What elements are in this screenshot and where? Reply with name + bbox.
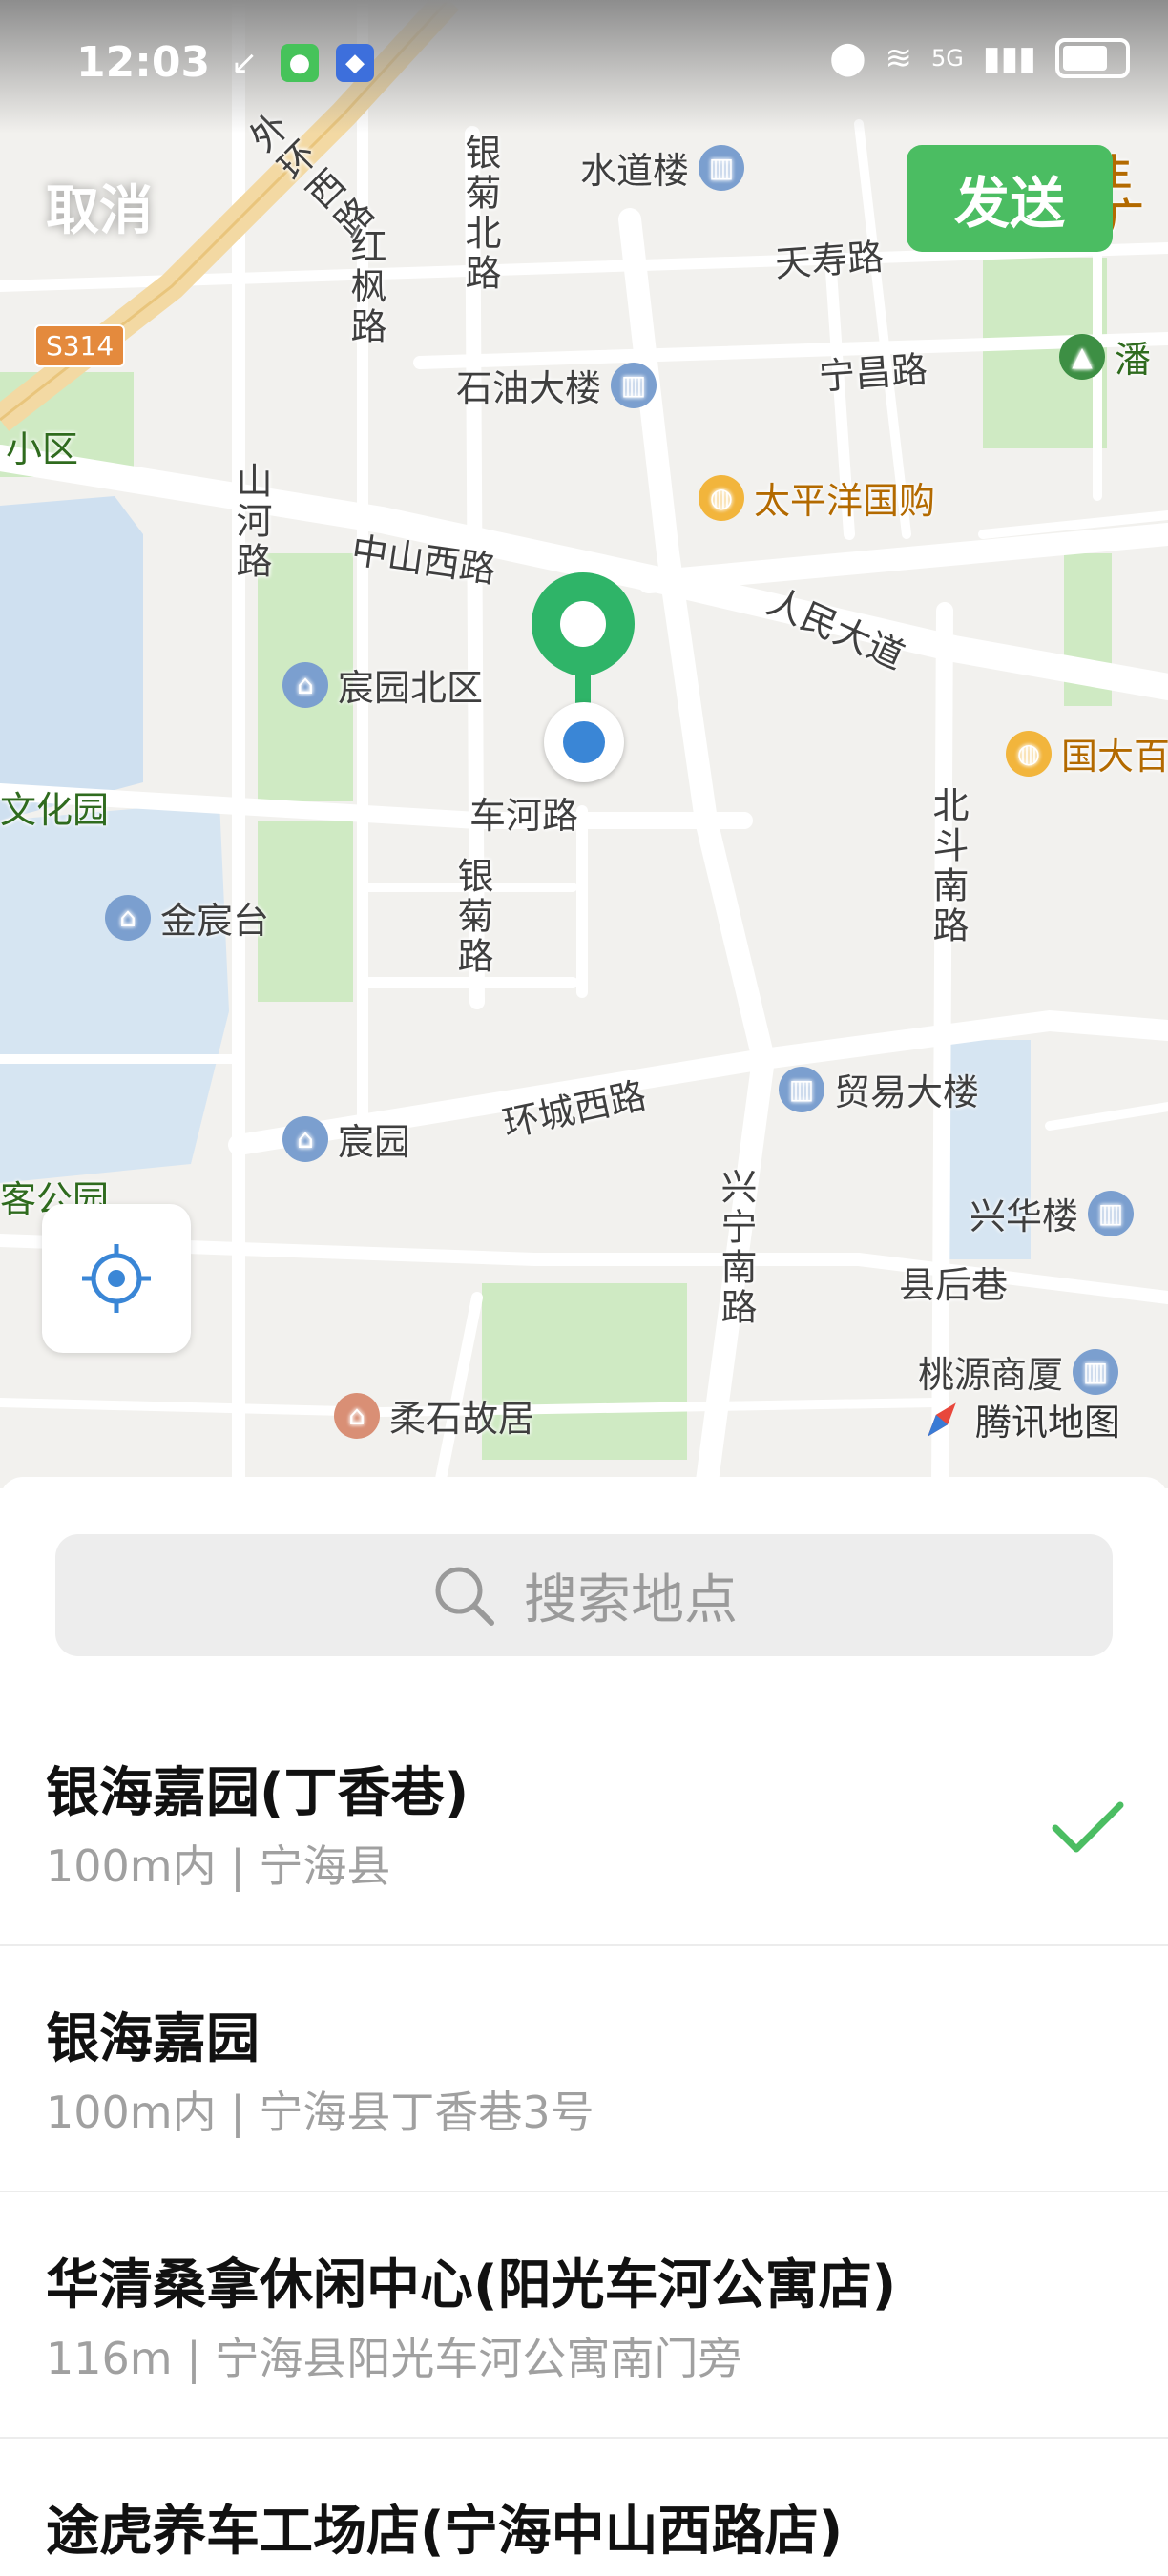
result-item[interactable]: 银海嘉园 100m内 | 宁海县丁香巷3号: [0, 1946, 1168, 2192]
map-provider-logo: 腾讯地图: [918, 1393, 1120, 1445]
result-item[interactable]: 银海嘉园(丁香巷) 100m内 | 宁海县: [0, 1700, 1168, 1946]
poi-roushi[interactable]: ⌂ 柔石故居: [334, 1389, 534, 1442]
road-label: 银菊北路: [459, 134, 501, 294]
building-icon: ▥: [699, 144, 745, 191]
poi-pan[interactable]: ▲ 潘: [1059, 330, 1151, 383]
search-placeholder: 搜索地点: [524, 1568, 738, 1631]
building-icon: ▥: [1088, 1190, 1135, 1236]
poi-label: 桃源商厦: [918, 1354, 1064, 1396]
road-label: 银菊路: [451, 857, 493, 977]
poi-xiaoqu[interactable]: 小区: [6, 420, 78, 472]
road-label: 宁昌路: [817, 348, 929, 398]
compass-icon: [928, 1402, 956, 1437]
road-label: 天寿路: [773, 236, 886, 285]
locate-me-button[interactable]: [42, 1204, 191, 1353]
send-button[interactable]: 发送: [907, 145, 1113, 252]
map-provider-name: 腾讯地图: [975, 1402, 1121, 1444]
poi-label: 潘: [1115, 339, 1152, 381]
shopping-bag-icon: ◍: [699, 474, 744, 521]
building-icon: ▥: [1073, 1348, 1119, 1395]
building-icon: ▥: [779, 1066, 824, 1112]
poi-label: 宸园北区: [338, 667, 484, 709]
home-icon: ⌂: [282, 661, 328, 708]
shield-icon: ◆: [336, 44, 374, 82]
road-label: 山河路: [230, 462, 272, 582]
search-input[interactable]: 搜索地点: [55, 1534, 1113, 1656]
crosshair-icon: [82, 1244, 151, 1313]
poi-jinchentai[interactable]: ⌂ 金宸台: [105, 891, 269, 944]
map-view[interactable]: 外环西路 S314 红枫路 银菊北路 山河路 中山西路 天寿路 宁昌路 人民大道…: [0, 0, 1168, 1488]
result-address: 100m内 | 宁海县丁香巷3号: [46, 2087, 594, 2138]
result-item[interactable]: 途虎养车工场店(宁海中山西路店): [0, 2439, 1168, 2576]
poi-label: 贸易大楼: [834, 1071, 980, 1113]
checkmark-icon: [1052, 1801, 1124, 1853]
tree-icon: ▲: [1059, 333, 1105, 380]
wifi-icon: ≋: [885, 39, 912, 77]
poi-label: 柔石故居: [389, 1398, 535, 1440]
highway-shield: S314: [34, 324, 126, 367]
result-name: 途虎养车工场店(宁海中山西路店): [46, 2501, 844, 2563]
home-icon: ⌂: [105, 894, 151, 941]
result-address: 100m内 | 宁海县: [46, 1840, 391, 1892]
poi-chenyuan[interactable]: ⌂ 宸园: [282, 1112, 410, 1165]
poi-maoyi[interactable]: ▥ 贸易大楼: [779, 1063, 979, 1115]
poi-wenhuayuan[interactable]: 文化园: [0, 780, 109, 833]
poi-label: 小区: [6, 428, 79, 470]
result-name: 银海嘉园(丁香巷): [46, 1762, 469, 1824]
poi-xinghua[interactable]: 兴华楼 ▥: [970, 1187, 1135, 1239]
location-icon: ⬤: [829, 39, 866, 77]
road-label: 县后巷: [899, 1264, 1009, 1306]
network-type: 5G: [930, 45, 964, 72]
current-location-dot-icon: [544, 702, 624, 782]
cancel-button[interactable]: 取消: [46, 168, 153, 245]
result-item[interactable]: 华清桑拿休闲中心(阳光车河公寓店) 116m | 宁海县阳光车河公寓南门旁: [0, 2192, 1168, 2439]
road-label: 北斗南路: [927, 786, 969, 946]
missed-call-icon: ↙: [230, 44, 259, 82]
poi-taipingyang[interactable]: ◍ 太平洋国购: [699, 471, 935, 524]
poi-label: 兴华楼: [970, 1195, 1079, 1237]
result-name: 银海嘉园: [46, 2008, 260, 2070]
road-label: 兴宁南路: [715, 1168, 757, 1328]
result-name: 华清桑拿休闲中心(阳光车河公寓店): [46, 2254, 897, 2316]
signal-icon: ▮▮▮: [982, 39, 1036, 77]
status-time: 12:03: [76, 38, 211, 87]
result-address: 116m | 宁海县阳光车河公寓南门旁: [46, 2333, 742, 2384]
home-icon: ⌂: [282, 1115, 328, 1162]
battery-icon: [1055, 38, 1130, 78]
location-results-sheet: 搜索地点 银海嘉园(丁香巷) 100m内 | 宁海县 银海嘉园 100m内 | …: [0, 1477, 1168, 2576]
road-label: 红枫路: [344, 227, 386, 347]
poi-label: 文化园: [0, 789, 110, 831]
poi-shiyou[interactable]: 石油大楼 ▥: [456, 359, 657, 411]
poi-label: 水道楼: [580, 150, 690, 192]
status-bar: 12:03 ↙ ● ◆ ⬤ ≋ 5G ▮▮▮: [0, 0, 1168, 134]
poi-shuidao[interactable]: 水道楼 ▥: [580, 141, 745, 194]
poi-taoyuan[interactable]: 桃源商厦 ▥: [918, 1345, 1119, 1398]
poi-chenyuan-bei[interactable]: ⌂ 宸园北区: [282, 658, 483, 711]
shopping-bag-icon: ◍: [1006, 730, 1052, 777]
poi-label: 宸园: [338, 1121, 411, 1163]
landmark-icon: ⌂: [334, 1392, 380, 1439]
poi-label: 国大百: [1061, 736, 1168, 778]
search-icon: [435, 1567, 494, 1626]
poi-label: 金宸台: [160, 900, 270, 942]
road-label: 车河路: [469, 795, 579, 837]
poi-label: 石油大楼: [456, 367, 602, 409]
poi-guoda[interactable]: ◍ 国大百: [1006, 727, 1168, 779]
building-icon: ▥: [611, 362, 657, 408]
poi-label: 太平洋国购: [754, 480, 936, 522]
wechat-icon: ●: [281, 44, 319, 82]
